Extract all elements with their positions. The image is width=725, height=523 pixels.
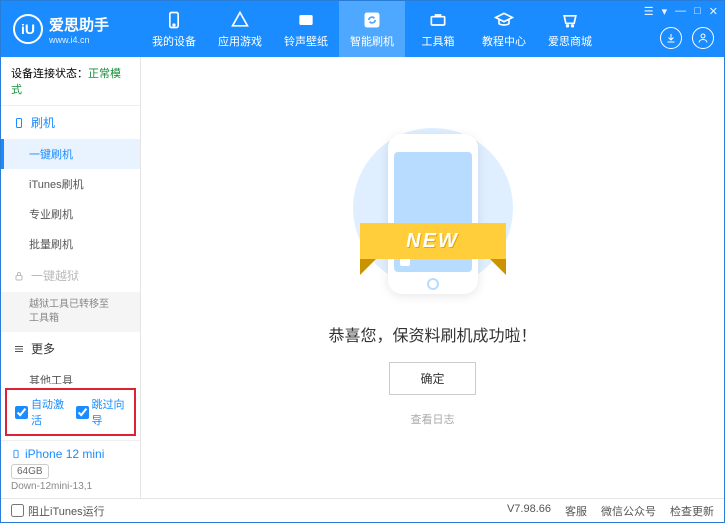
maximize-icon[interactable]: □ (694, 5, 701, 18)
menu-icon[interactable]: ☰ (644, 5, 654, 18)
nav-my-device[interactable]: 我的设备 (141, 1, 207, 57)
version-label: V7.98.66 (507, 503, 551, 519)
download-button[interactable] (660, 27, 682, 49)
top-nav: 我的设备 应用游戏 铃声壁纸 智能刷机 工具箱 教程中心 爱思商城 (141, 1, 603, 57)
device-storage-badge: 64GB (11, 464, 49, 479)
sidebar-menu: 刷机 一键刷机 iTunes刷机 专业刷机 批量刷机 一键越狱 越狱工具已转移至… (1, 106, 140, 384)
user-icon (697, 32, 709, 44)
toolbox-icon (428, 10, 448, 30)
menu-item-oneclick-flash[interactable]: 一键刷机 (1, 139, 140, 169)
checkbox-skip-guide[interactable]: 跳过向导 (76, 396, 127, 428)
app-name: 爱思助手 (49, 14, 109, 35)
device-phone-icon (11, 447, 21, 461)
menu-group-flash[interactable]: 刷机 (1, 106, 140, 139)
new-banner: NEW (360, 223, 506, 259)
app-header: iU 爱思助手 www.i4.cn 我的设备 应用游戏 铃声壁纸 智能刷机 工具… (1, 1, 724, 57)
main-content: NEW 恭喜您，保资料刷机成功啦！ 确定 查看日志 (141, 57, 724, 498)
download-icon (665, 32, 677, 44)
status-bar: 阻止iTunes运行 V7.98.66 客服 微信公众号 检查更新 (1, 498, 724, 522)
settings-icon[interactable]: ▾ (662, 5, 668, 18)
device-info: iPhone 12 mini 64GB Down-12mini-13,1 (1, 440, 140, 498)
app-logo-icon: iU (13, 14, 43, 44)
menu-jailbreak-note: 越狱工具已转移至 工具箱 (1, 292, 140, 332)
success-illustration: NEW (368, 128, 498, 308)
menu-item-itunes-flash[interactable]: iTunes刷机 (1, 169, 140, 199)
success-message: 恭喜您，保资料刷机成功啦！ (328, 322, 536, 346)
device-firmware: Down-12mini-13,1 (11, 481, 130, 492)
check-update-link[interactable]: 检查更新 (670, 503, 714, 519)
checkbox-auto-activate[interactable]: 自动激活 (15, 396, 66, 428)
close-icon[interactable]: ✕ (709, 5, 718, 18)
checkbox-skip-guide-input[interactable] (76, 406, 89, 419)
app-url: www.i4.cn (49, 35, 109, 45)
lock-icon (13, 270, 25, 282)
ok-button[interactable]: 确定 (389, 362, 475, 395)
connection-status: 设备连接状态：正常模式 (1, 57, 140, 106)
nav-ringtone-wallpaper[interactable]: 铃声壁纸 (273, 1, 339, 57)
block-itunes-input[interactable] (11, 504, 24, 517)
menu-group-jailbreak[interactable]: 一键越狱 (1, 259, 140, 292)
cart-icon (560, 10, 580, 30)
folder-icon (296, 10, 316, 30)
nav-toolbox[interactable]: 工具箱 (405, 1, 471, 57)
nav-tutorials[interactable]: 教程中心 (471, 1, 537, 57)
logo-area: iU 爱思助手 www.i4.cn (1, 14, 141, 45)
phone-icon (164, 10, 184, 30)
block-itunes-checkbox[interactable]: 阻止iTunes运行 (11, 503, 105, 519)
graduation-icon (494, 10, 514, 30)
minimize-icon[interactable]: — (675, 5, 686, 18)
sidebar: 设备连接状态：正常模式 刷机 一键刷机 iTunes刷机 专业刷机 批量刷机 一… (1, 57, 141, 498)
header-right-buttons (660, 27, 714, 49)
apps-icon (230, 10, 250, 30)
phone-small-icon (13, 117, 25, 129)
menu-item-other-tools[interactable]: 其他工具 (1, 365, 140, 384)
checkbox-auto-activate-input[interactable] (15, 406, 28, 419)
nav-apps-games[interactable]: 应用游戏 (207, 1, 273, 57)
view-log-link[interactable]: 查看日志 (411, 411, 455, 427)
nav-smart-flash[interactable]: 智能刷机 (339, 1, 405, 57)
menu-item-batch-flash[interactable]: 批量刷机 (1, 229, 140, 259)
flash-options-box: 自动激活 跳过向导 (5, 388, 136, 436)
nav-store[interactable]: 爱思商城 (537, 1, 603, 57)
refresh-icon (362, 10, 382, 30)
window-controls: ☰ ▾ — □ ✕ (644, 5, 718, 18)
menu-group-more[interactable]: 更多 (1, 332, 140, 365)
wechat-link[interactable]: 微信公众号 (601, 503, 656, 519)
device-name-row[interactable]: iPhone 12 mini (11, 447, 130, 461)
menu-item-pro-flash[interactable]: 专业刷机 (1, 199, 140, 229)
list-icon (13, 343, 25, 355)
user-button[interactable] (692, 27, 714, 49)
customer-service-link[interactable]: 客服 (565, 503, 587, 519)
